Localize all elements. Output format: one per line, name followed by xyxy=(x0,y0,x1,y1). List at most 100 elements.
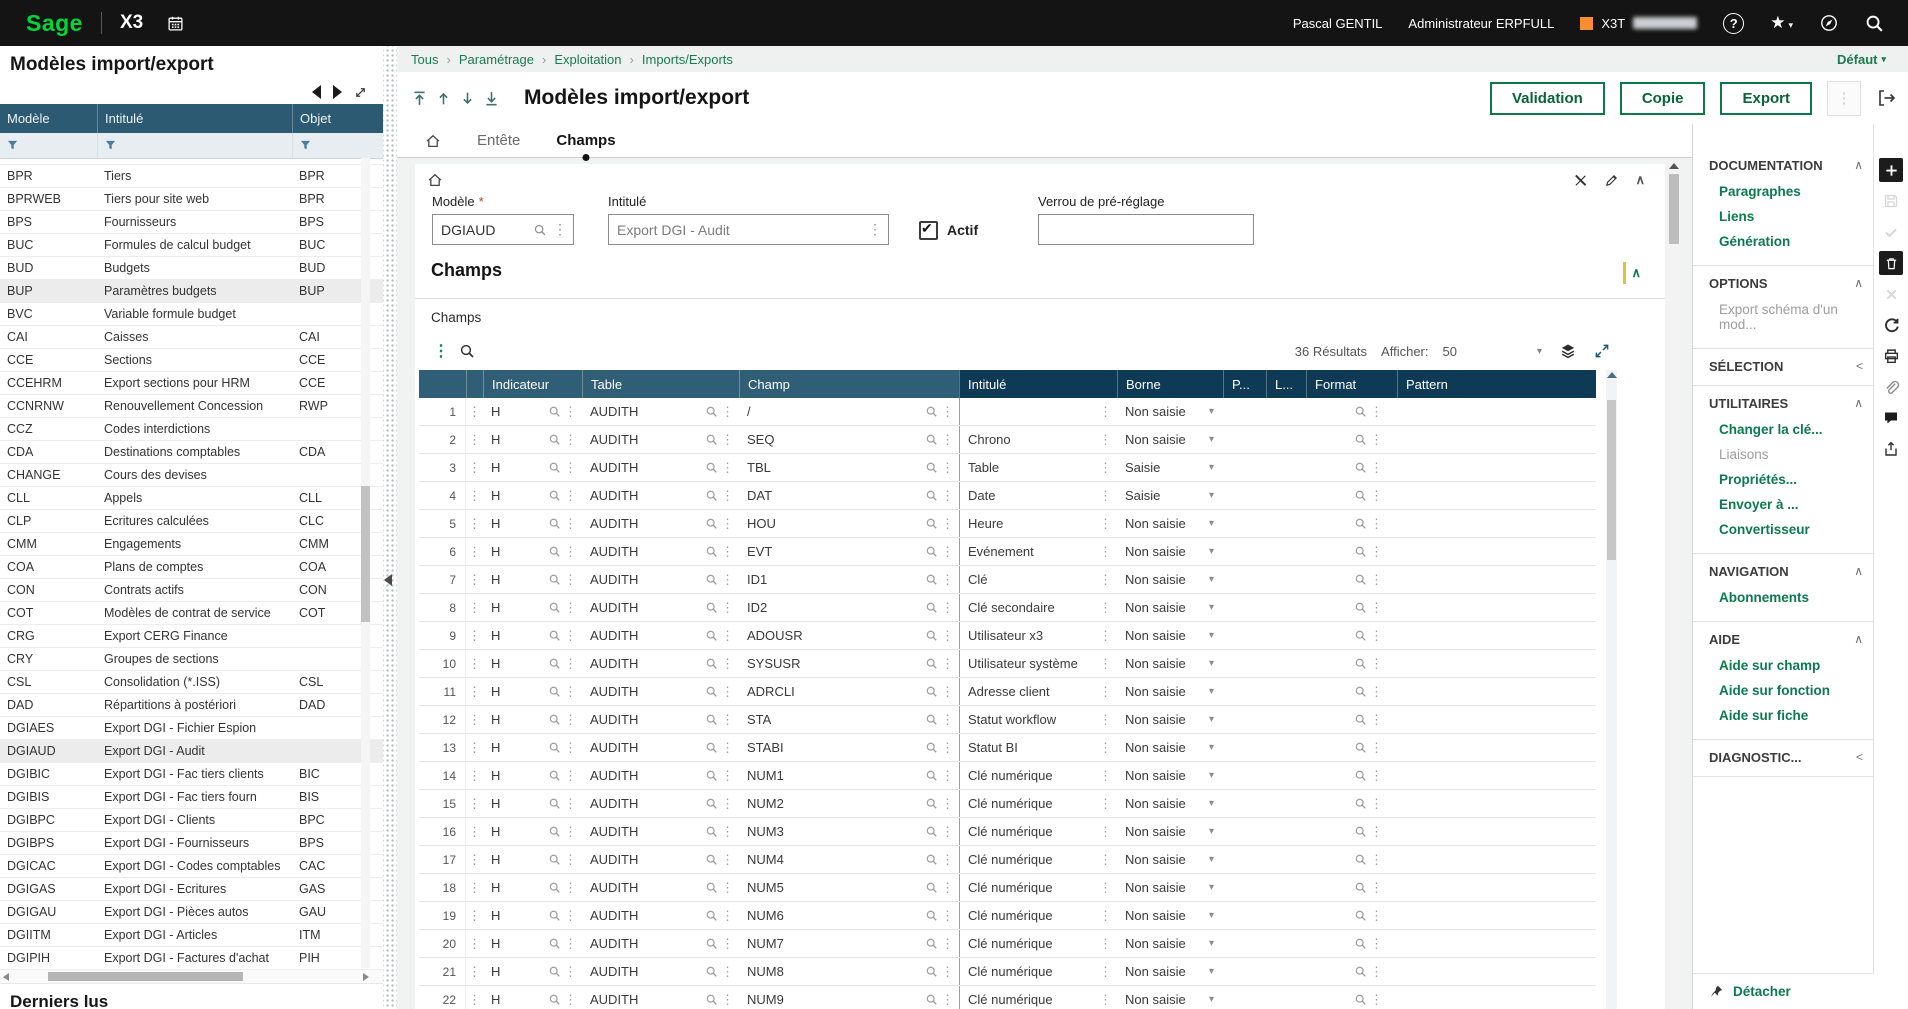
l-cell[interactable] xyxy=(1266,874,1306,901)
model-row[interactable]: CHANGECours des devises xyxy=(0,464,383,487)
cell-menu-icon[interactable]: ⋮ xyxy=(564,460,577,476)
lookup-icon[interactable] xyxy=(705,741,718,754)
format-cell[interactable]: ⋮ xyxy=(1306,426,1397,453)
lookup-icon[interactable] xyxy=(925,965,938,978)
chevron-down-icon[interactable]: ▾ xyxy=(1209,910,1214,921)
l-cell[interactable] xyxy=(1266,818,1306,845)
edit-pencil-icon[interactable] xyxy=(1604,173,1619,188)
cell-menu-icon[interactable]: ⋮ xyxy=(1370,600,1383,616)
cell-menu-icon[interactable]: ⋮ xyxy=(1370,516,1383,532)
lookup-icon[interactable] xyxy=(705,909,718,922)
model-row[interactable]: DGIBISExport DGI - Fac tiers fournBIS xyxy=(0,786,383,809)
table-cell[interactable]: AUDITH⋮ xyxy=(582,818,739,845)
lookup-icon[interactable] xyxy=(925,433,938,446)
lookup-icon[interactable] xyxy=(1354,433,1367,446)
borne-cell[interactable]: Non saisie▾ xyxy=(1117,510,1223,537)
pattern-cell[interactable] xyxy=(1397,790,1596,817)
pattern-cell[interactable] xyxy=(1397,706,1596,733)
breadcrumb-item[interactable]: Exploitation xyxy=(554,52,621,67)
format-cell[interactable]: ⋮ xyxy=(1306,706,1397,733)
grid-header-p[interactable]: P... xyxy=(1223,370,1266,398)
cell-menu-icon[interactable]: ⋮ xyxy=(721,628,734,644)
lookup-icon[interactable] xyxy=(925,993,938,1006)
cell-menu-icon[interactable]: ⋮ xyxy=(1099,852,1112,868)
l-cell[interactable] xyxy=(1266,762,1306,789)
lookup-icon[interactable] xyxy=(925,909,938,922)
cell-menu-icon[interactable]: ⋮ xyxy=(941,796,954,812)
lookup-icon[interactable] xyxy=(548,573,561,586)
pattern-cell[interactable] xyxy=(1397,874,1596,901)
collapse-section-control[interactable]: ∧ xyxy=(1623,262,1641,284)
row-menu-icon[interactable]: ⋮ xyxy=(466,622,483,649)
cell-menu-icon[interactable]: ⋮ xyxy=(564,936,577,952)
pattern-cell[interactable] xyxy=(1397,650,1596,677)
format-cell[interactable]: ⋮ xyxy=(1306,538,1397,565)
borne-cell[interactable]: Non saisie▾ xyxy=(1117,874,1223,901)
cell-menu-icon[interactable]: ⋮ xyxy=(721,684,734,700)
lookup-icon[interactable] xyxy=(705,825,718,838)
cell-menu-icon[interactable]: ⋮ xyxy=(941,908,954,924)
indicateur-cell[interactable]: H⋮ xyxy=(483,482,582,509)
lookup-icon[interactable] xyxy=(1354,713,1367,726)
indicateur-cell[interactable]: H⋮ xyxy=(483,846,582,873)
lookup-icon[interactable] xyxy=(1354,741,1367,754)
row-menu-icon[interactable]: ⋮ xyxy=(466,706,483,733)
indicateur-cell[interactable]: H⋮ xyxy=(483,678,582,705)
cell-menu-icon[interactable]: ⋮ xyxy=(564,600,577,616)
menu-link[interactable]: Aide sur champ xyxy=(1719,658,1863,673)
model-row[interactable]: BVCVariable formule budget xyxy=(0,303,383,326)
row-menu-icon[interactable]: ⋮ xyxy=(466,818,483,845)
cell-menu-icon[interactable]: ⋮ xyxy=(1370,768,1383,784)
p-cell[interactable] xyxy=(1223,454,1266,481)
exit-function-icon[interactable] xyxy=(1876,88,1896,108)
intitule-cell[interactable]: Clé numérique⋮ xyxy=(959,902,1117,929)
cell-menu-icon[interactable]: ⋮ xyxy=(721,600,734,616)
indicateur-cell[interactable]: H⋮ xyxy=(483,398,582,425)
expand-panel-icon[interactable] xyxy=(354,86,367,99)
pattern-cell[interactable] xyxy=(1397,398,1596,425)
cell-menu-icon[interactable]: ⋮ xyxy=(564,740,577,756)
menu-section-header[interactable]: UTILITAIRES∧ xyxy=(1709,390,1863,416)
intitule-cell[interactable]: Date⋮ xyxy=(959,482,1117,509)
borne-cell[interactable]: Non saisie▾ xyxy=(1117,986,1223,1009)
model-row[interactable]: BUCFormules de calcul budgetBUC xyxy=(0,234,383,257)
model-list-vertical-scrollbar[interactable] xyxy=(361,158,370,968)
p-cell[interactable] xyxy=(1223,398,1266,425)
comment-icon[interactable] xyxy=(1879,406,1903,430)
navigation-compass-icon[interactable] xyxy=(1819,13,1839,33)
row-menu-icon[interactable]: ⋮ xyxy=(466,846,483,873)
cell-menu-icon[interactable]: ⋮ xyxy=(941,600,954,616)
intitule-cell[interactable]: Chrono⋮ xyxy=(959,426,1117,453)
cell-menu-icon[interactable]: ⋮ xyxy=(941,880,954,896)
format-cell[interactable]: ⋮ xyxy=(1306,622,1397,649)
intitule-cell[interactable]: Statut workflow⋮ xyxy=(959,706,1117,733)
borne-cell[interactable]: Non saisie▾ xyxy=(1117,762,1223,789)
lookup-icon[interactable] xyxy=(1354,769,1367,782)
view-selector[interactable]: Défaut ▾ xyxy=(1837,52,1886,67)
borne-cell[interactable]: Non saisie▾ xyxy=(1117,622,1223,649)
format-cell[interactable]: ⋮ xyxy=(1306,930,1397,957)
user-name[interactable]: Pascal GENTIL xyxy=(1293,16,1383,31)
cell-menu-icon[interactable]: ⋮ xyxy=(1370,432,1383,448)
menu-link[interactable]: Aide sur fiche xyxy=(1719,708,1863,723)
champ-cell[interactable]: NUM4⋮ xyxy=(739,846,959,873)
cell-menu-icon[interactable]: ⋮ xyxy=(721,936,734,952)
table-cell[interactable]: AUDITH⋮ xyxy=(582,902,739,929)
lookup-icon[interactable] xyxy=(1354,573,1367,586)
chevron-down-icon[interactable]: ▾ xyxy=(1209,658,1214,669)
model-row[interactable]: COAPlans de comptesCOA xyxy=(0,556,383,579)
format-cell[interactable]: ⋮ xyxy=(1306,902,1397,929)
lookup-icon[interactable] xyxy=(1354,993,1367,1006)
new-record-icon[interactable] xyxy=(1879,158,1903,182)
champ-cell[interactable]: NUM3⋮ xyxy=(739,818,959,845)
row-menu-icon[interactable]: ⋮ xyxy=(466,594,483,621)
lookup-icon[interactable] xyxy=(925,657,938,670)
row-menu-icon[interactable]: ⋮ xyxy=(466,986,483,1009)
verrou-field[interactable] xyxy=(1038,214,1254,245)
champ-cell[interactable]: ADRCLI⋮ xyxy=(739,678,959,705)
format-cell[interactable]: ⋮ xyxy=(1306,846,1397,873)
row-menu-icon[interactable]: ⋮ xyxy=(466,902,483,929)
row-menu-icon[interactable]: ⋮ xyxy=(466,566,483,593)
cell-menu-icon[interactable]: ⋮ xyxy=(941,516,954,532)
lookup-icon[interactable] xyxy=(705,685,718,698)
